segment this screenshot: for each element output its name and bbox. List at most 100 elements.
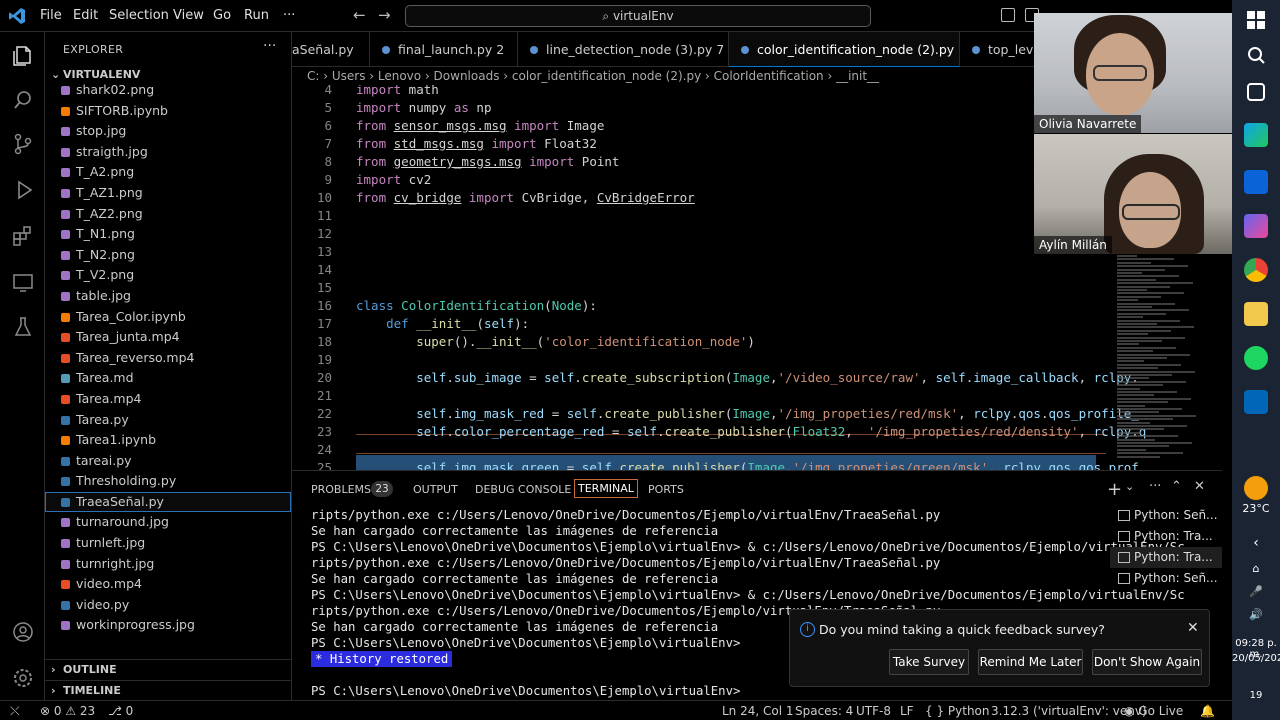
cursor-position[interactable]: Ln 24, Col 1 (722, 704, 794, 718)
file-item[interactable]: Tarea.py (45, 410, 291, 431)
back-arrow-icon[interactable]: ← (353, 6, 366, 24)
language-mode[interactable]: { } Python (925, 704, 990, 718)
tab-top-level[interactable]: top_leve (960, 32, 1034, 67)
command-center-search[interactable]: ⌕ virtualEnv (405, 5, 871, 27)
file-item[interactable]: Thresholding.py (45, 471, 291, 492)
menu-file[interactable]: File (40, 8, 62, 23)
new-terminal-icon[interactable]: + (1107, 479, 1122, 500)
chrome-icon[interactable] (1244, 258, 1268, 282)
volume-icon[interactable]: 🔊 (1232, 608, 1280, 621)
menu-go[interactable]: Go (213, 8, 231, 23)
terminal-instance[interactable]: Python: Señ... (1110, 568, 1222, 589)
network-icon[interactable]: ⌂ (1232, 562, 1280, 575)
tab-output[interactable]: OUTPUT (413, 483, 458, 496)
notification-count-badge[interactable]: 19 (1232, 690, 1280, 701)
ports-status[interactable]: ⎇ 0 (108, 704, 133, 718)
menu-selection[interactable]: Selection (109, 8, 169, 23)
testing-icon[interactable] (11, 315, 35, 339)
outline-section[interactable]: › OUTLINE (45, 659, 291, 679)
file-item[interactable]: stop.jpg (45, 121, 291, 142)
more-actions-icon[interactable]: ··· (1149, 479, 1161, 494)
close-panel-icon[interactable]: ✕ (1194, 479, 1205, 494)
tab-line-detection[interactable]: line_detection_node (3).py 7 (518, 32, 729, 67)
dont-show-again-button[interactable]: Don't Show Again (1092, 649, 1202, 675)
run-debug-icon[interactable] (11, 178, 35, 202)
chevron-down-icon[interactable]: ⌄ (1125, 480, 1134, 493)
extensions-icon[interactable] (11, 224, 35, 248)
source-control-icon[interactable] (11, 132, 35, 156)
minimap[interactable] (1117, 255, 1207, 470)
file-item[interactable]: turnaround.jpg (45, 512, 291, 533)
clock-date[interactable]: 20/05/2024 (1232, 653, 1280, 664)
file-item[interactable]: turnleft.jpg (45, 533, 291, 554)
file-item[interactable]: SIFTORB.ipynb (45, 101, 291, 122)
chevron-up-icon[interactable]: ‹ (1232, 535, 1280, 551)
remote-indicator-icon[interactable]: ⤬ (10, 704, 20, 719)
file-item[interactable]: T_AZ1.png (45, 183, 291, 204)
windows-start-icon[interactable] (1244, 8, 1268, 32)
take-survey-button[interactable]: Take Survey (889, 649, 969, 675)
close-icon[interactable]: ✕ (1187, 620, 1199, 636)
file-item[interactable]: Tarea.mp4 (45, 389, 291, 410)
remind-me-later-button[interactable]: Remind Me Later (978, 649, 1083, 675)
maximize-panel-icon[interactable]: ⌃ (1171, 479, 1182, 494)
vscode-taskbar-icon[interactable] (1244, 390, 1268, 414)
encoding[interactable]: UTF-8 (856, 704, 891, 718)
file-item[interactable]: TraeaSeñal.py (45, 491, 291, 513)
tab-color-identification[interactable]: color_identification_node (2).py 7✕ (729, 32, 960, 67)
terminal-instance[interactable]: Python: Señ... (1110, 505, 1222, 526)
file-item[interactable]: workinprogress.jpg (45, 615, 291, 636)
menu-more[interactable]: ··· (283, 8, 295, 23)
file-item[interactable]: T_N2.png (45, 245, 291, 266)
toggle-sidebar-icon[interactable] (1001, 8, 1015, 22)
menu-run[interactable]: Run (244, 8, 269, 23)
file-item[interactable]: T_AZ2.png (45, 204, 291, 225)
breadcrumb[interactable]: C: › Users › Lenovo › Downloads › color_… (292, 67, 1034, 85)
search-icon[interactable] (11, 88, 35, 112)
tab-traeasenal[interactable]: aSeñal.py (292, 32, 370, 67)
spotify-icon[interactable] (1244, 346, 1268, 370)
file-item[interactable]: Tarea1.ipynb (45, 430, 291, 451)
menu-view[interactable]: View (173, 8, 204, 23)
more-actions-icon[interactable]: ··· (263, 38, 276, 54)
terminal-instance[interactable]: Python: Tra... (1110, 547, 1222, 568)
tab-debug-console[interactable]: DEBUG CONSOLE (475, 483, 571, 496)
tab-terminal[interactable]: TERMINAL (574, 479, 638, 498)
go-live-button[interactable]: ◉ Go Live (1124, 704, 1183, 718)
indentation[interactable]: Spaces: 4 (795, 704, 853, 718)
terminal-instance[interactable]: Python: Tra... (1110, 526, 1222, 547)
file-explorer-icon[interactable] (1244, 302, 1268, 326)
file-item[interactable]: T_A2.png (45, 162, 291, 183)
task-view-icon[interactable] (1247, 83, 1265, 101)
edge-browser-icon[interactable] (1244, 123, 1268, 147)
file-item[interactable]: T_N1.png (45, 224, 291, 245)
settings-gear-icon[interactable] (11, 666, 35, 690)
file-item[interactable]: Tarea.md (45, 368, 291, 389)
outlook-icon[interactable] (1244, 170, 1268, 194)
account-icon[interactable] (11, 620, 35, 644)
file-item[interactable]: Tarea_junta.mp4 (45, 327, 291, 348)
microphone-icon[interactable]: 🎤 (1232, 585, 1280, 598)
end-of-line[interactable]: LF (900, 704, 914, 718)
file-item[interactable]: tareai.py (45, 451, 291, 472)
file-item[interactable]: turnright.jpg (45, 554, 291, 575)
search-icon[interactable] (1244, 43, 1268, 67)
copilot-icon[interactable] (1244, 214, 1268, 238)
remote-explorer-icon[interactable] (11, 270, 35, 294)
file-item[interactable]: straigth.jpg (45, 142, 291, 163)
file-item[interactable]: shark02.png (45, 80, 291, 101)
explorer-icon[interactable] (11, 44, 35, 68)
file-item[interactable]: Tarea_reverso.mp4 (45, 348, 291, 369)
tab-ports[interactable]: PORTS (648, 483, 684, 496)
timeline-section[interactable]: › TIMELINE (45, 680, 291, 700)
weather-icon[interactable] (1244, 476, 1268, 500)
file-item[interactable]: table.jpg (45, 286, 291, 307)
file-item[interactable]: Tarea_Color.ipynb (45, 307, 291, 328)
file-item[interactable]: video.mp4 (45, 574, 291, 595)
forward-arrow-icon[interactable]: → (378, 6, 391, 24)
tab-final-launch[interactable]: final_launch.py 2 (370, 32, 518, 67)
tab-problems[interactable]: PROBLEMS (311, 483, 371, 496)
file-item[interactable]: T_V2.png (45, 265, 291, 286)
file-item[interactable]: video.py (45, 595, 291, 616)
problems-status[interactable]: ⊗ 0 ⚠ 23 (40, 704, 95, 718)
